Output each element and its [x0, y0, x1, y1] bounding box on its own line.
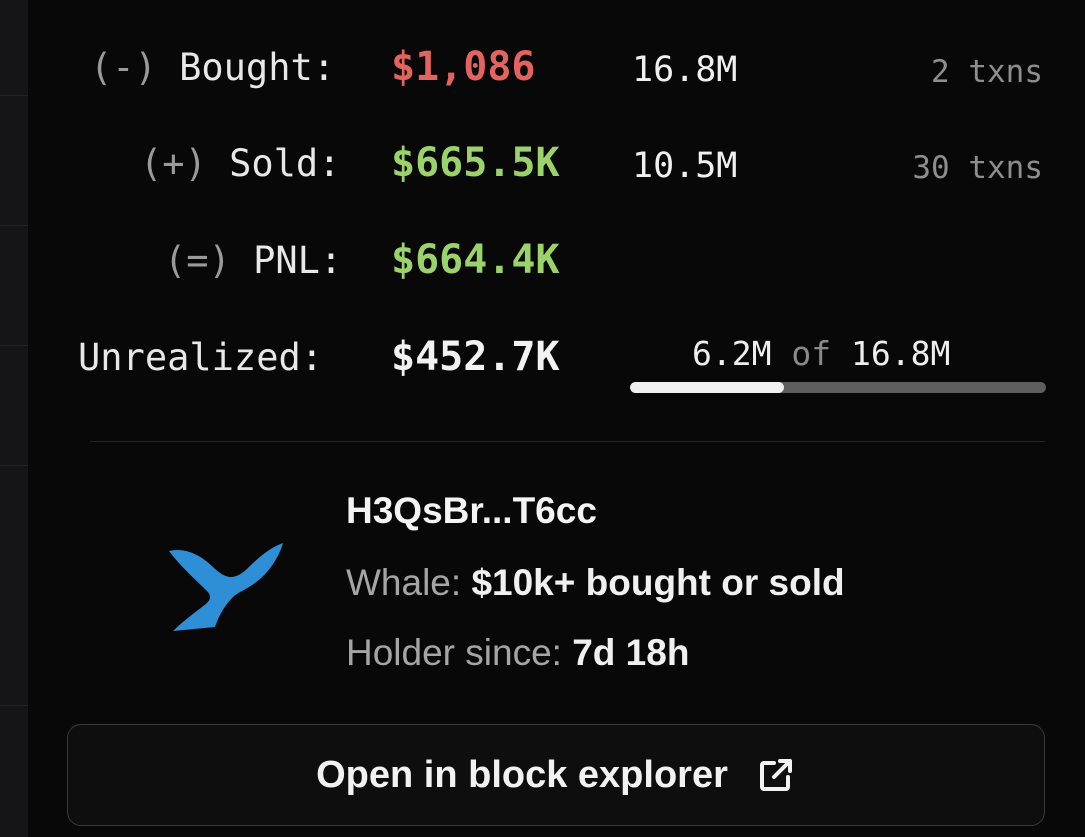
- pnl-label: (=) PNL:: [164, 239, 342, 282]
- open-block-explorer-label: Open in block explorer: [316, 753, 728, 796]
- strip-divider: [0, 345, 28, 346]
- bought-tokens: 16.8M: [632, 50, 738, 90]
- whale-tier-line: Whale: $10k+ bought or sold: [346, 562, 845, 604]
- held-amount: 6.2M: [692, 334, 772, 373]
- pnl-label-text: PNL:: [253, 239, 343, 282]
- bought-label-text: Bought:: [179, 46, 336, 89]
- strip-divider: [0, 705, 28, 706]
- holder-since-line: Holder since: 7d 18h: [346, 632, 689, 674]
- trader-detail-panel: [28, 0, 1085, 837]
- tier-label: Whale:: [346, 562, 462, 603]
- open-block-explorer-button[interactable]: Open in block explorer: [67, 724, 1045, 826]
- holder-since-value: 7d 18h: [572, 632, 690, 673]
- pnl-value: $664.4K: [391, 237, 560, 283]
- strip-divider: [0, 225, 28, 226]
- sold-tokens: 10.5M: [632, 146, 738, 186]
- holding-progress-bar: [630, 382, 1046, 393]
- total-amount: 16.8M: [850, 334, 951, 373]
- bought-value: $1,086: [391, 44, 536, 90]
- tier-value: $10k+ bought or sold: [471, 562, 845, 603]
- strip-divider: [0, 95, 28, 96]
- holding-progress-fill: [630, 382, 784, 393]
- bought-txns: 2 txns: [931, 54, 1043, 90]
- unrealized-label: Unrealized:: [78, 336, 324, 379]
- unrealized-value: $452.7K: [391, 334, 560, 380]
- left-edge-strip: [0, 0, 28, 837]
- sold-label-text: Sold:: [229, 142, 341, 185]
- bought-sign: (-): [90, 46, 157, 89]
- sold-label: (+) Sold:: [140, 142, 341, 185]
- pnl-sign: (=): [164, 239, 231, 282]
- sold-txns: 30 txns: [912, 150, 1043, 186]
- section-divider: [90, 441, 1045, 442]
- holder-since-label: Holder since:: [346, 632, 562, 673]
- of-word: of: [791, 334, 832, 373]
- strip-divider: [0, 465, 28, 466]
- sold-value: $665.5K: [391, 140, 560, 186]
- whale-tail-icon: [169, 543, 283, 631]
- wallet-address[interactable]: H3QsBr...T6cc: [346, 490, 597, 532]
- external-link-icon: [759, 759, 792, 791]
- holding-progress-text: 6.2M of 16.8M: [692, 334, 950, 373]
- bought-label: (-) Bought:: [90, 46, 335, 89]
- sold-sign: (+): [140, 142, 207, 185]
